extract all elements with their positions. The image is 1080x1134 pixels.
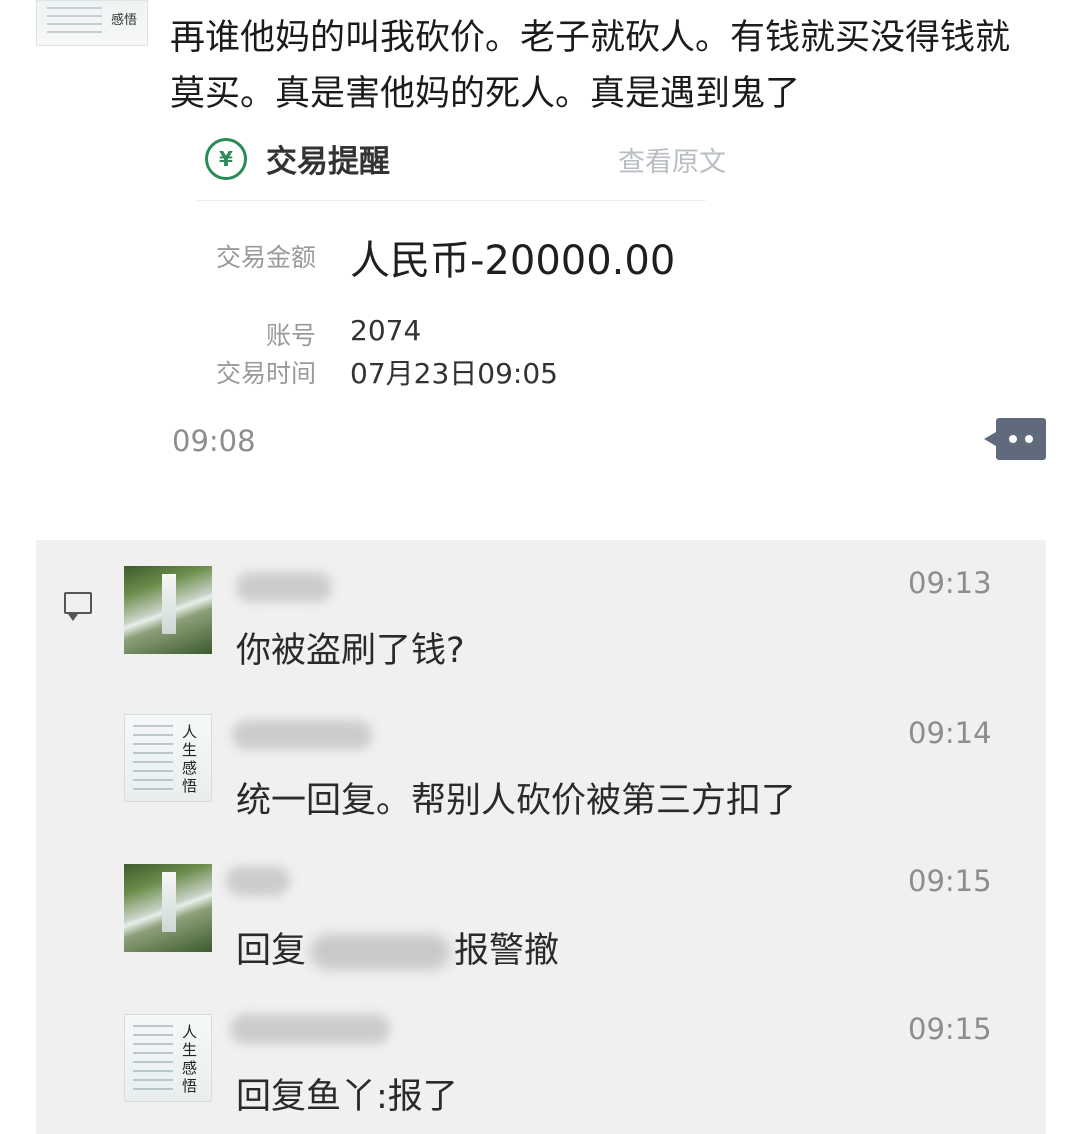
commenter-avatar[interactable] [124,566,212,654]
comment-text: 统一回复。帮别人砍价被第三方扣了 [236,781,797,821]
commenter-name-blurred[interactable] [230,1014,390,1044]
account-value: 2074 [350,314,422,347]
commenter-name-blurred[interactable] [236,572,332,602]
commenter-avatar[interactable] [124,864,212,952]
avatar-caption: 人生感悟 [182,1023,198,1095]
more-actions-button[interactable] [984,418,1046,460]
comment-time: 09:13 [908,566,992,600]
dot-icon [1009,435,1017,443]
commenter-name-blurred[interactable] [232,720,372,750]
commenter-name-blurred[interactable] [226,866,290,896]
view-original-link[interactable]: 查看原文 [618,140,726,179]
commenter-avatar[interactable]: 人生感悟 [124,1014,212,1102]
commenter-avatar[interactable]: 人生感悟 [124,714,212,802]
comment-text: 你被盗刷了钱? [236,631,465,671]
amount-label: 交易金额 [215,243,316,272]
account-label: 账号 [265,321,316,350]
dot-icon [1025,435,1033,443]
avatar-decoration [47,7,102,37]
post-time: 09:08 [172,424,256,458]
comment-time: 09:15 [908,1012,992,1046]
comment-text: 回复鱼丫:报了 [236,1077,458,1117]
comment-icon [64,592,92,621]
comment-text: 回复 报警撤 [236,931,560,971]
comment-time: 09:15 [908,864,992,898]
transaction-time-label: 交易时间 [215,359,316,388]
post-author-avatar[interactable]: 感悟 [36,0,148,46]
avatar-caption: 人生感悟 [182,723,198,795]
transaction-time-value: 07月23日09:05 [350,357,558,390]
comment-time: 09:14 [908,716,992,750]
card-title: 交易提醒 [266,144,390,180]
post-text: 再谁他妈的叫我砍价。老子就砍人。有钱就买没得钱就莫买。真是害他妈的死人。真是遇到… [170,18,1011,114]
card-divider [196,200,706,201]
bank-logo-icon: ¥ [205,138,247,180]
avatar-caption: 感悟 [110,13,137,28]
amount-value: 人民币-20000.00 [350,238,676,284]
